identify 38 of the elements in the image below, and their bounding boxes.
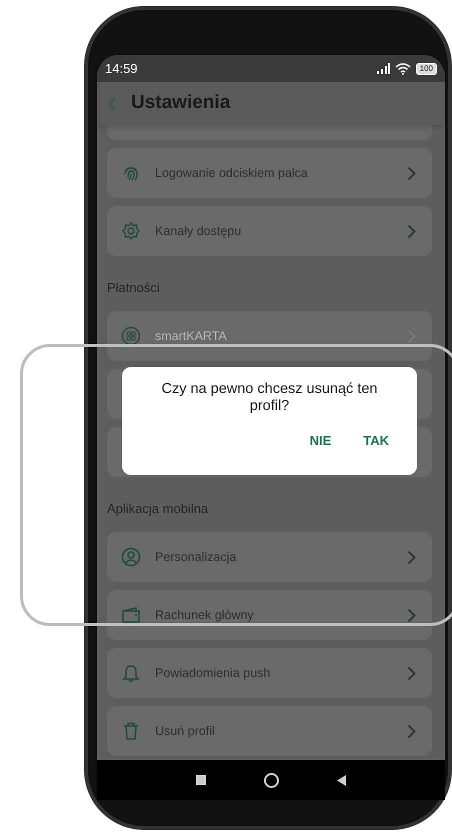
back-nav-icon[interactable]	[337, 774, 346, 786]
section-title: Płatności	[107, 279, 161, 297]
row-label: Logowanie odciskiem palca	[155, 164, 309, 182]
dialog-message: Czy na pewno chcesz usunąć ten profil?	[160, 381, 378, 415]
settings-row[interactable]: Logowanie odciskiem palca	[107, 148, 432, 198]
row-label: smartKARTA	[155, 328, 228, 345]
settings-row[interactable]: Powiadomienia push	[107, 648, 432, 698]
chevron-icon	[407, 328, 416, 344]
grid-circle-icon	[121, 326, 141, 346]
gear-icon	[121, 221, 141, 241]
row-label: Rachunek główny	[155, 606, 255, 624]
user-icon	[121, 547, 141, 567]
chevron-icon	[407, 166, 416, 180]
dialog-button[interactable]: TAK	[357, 429, 395, 452]
settings-row[interactable]: Personalizacja	[107, 532, 432, 582]
settings-row[interactable]: Rachunek główny	[107, 590, 432, 640]
row-label: Usuń profil	[155, 722, 216, 740]
row-label: Personalizacja	[155, 548, 238, 566]
wifi-icon	[394, 62, 411, 74]
row-label: Powiadomienia push	[155, 664, 272, 682]
chevron-icon	[407, 550, 416, 564]
dialog-button[interactable]: NIE	[304, 429, 338, 452]
settings-row[interactable]: Usuń profil	[107, 706, 432, 756]
wallet-icon	[121, 605, 141, 625]
row-label: Kanały dostępu	[155, 222, 242, 240]
bell-icon	[121, 663, 141, 683]
trash-icon	[121, 721, 141, 741]
chevron-icon	[407, 608, 416, 622]
battery-indicator: 100	[416, 62, 437, 74]
status-time: 14:59	[105, 60, 138, 78]
chevron-icon	[407, 224, 416, 238]
signal-icon	[376, 63, 390, 74]
home-icon[interactable]	[264, 772, 279, 788]
chevron-icon	[407, 666, 416, 680]
section-title: Aplikacja mobilna	[107, 500, 210, 518]
chevron-icon	[407, 724, 416, 738]
settings-row[interactable]: Kanały dostępu	[107, 206, 432, 256]
screen-title: Ustawienia	[131, 91, 230, 116]
